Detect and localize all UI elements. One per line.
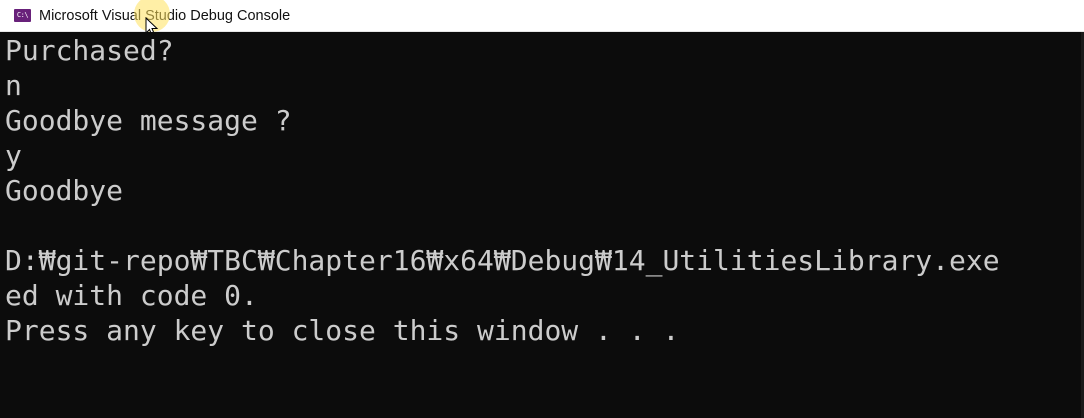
console-line-prompt: Press any key to close this window . . . (5, 314, 680, 347)
console-line: Goodbye message ? (5, 104, 292, 137)
console-line: n (5, 69, 22, 102)
console-glyph: C:\ (16, 11, 29, 19)
console-line-exit-code: ed with code 0. (5, 279, 258, 312)
console-line-exe-path: D:₩git-repo₩TBC₩Chapter16₩x64₩Debug₩14_U… (5, 244, 1000, 277)
console-line: Purchased? (5, 34, 174, 67)
window-title: Microsoft Visual Studio Debug Console (39, 7, 291, 24)
title-bar[interactable]: C:\ Microsoft Visual Studio Debug Consol… (0, 0, 1084, 32)
console-line: Goodbye (5, 174, 124, 207)
console-line: y (5, 139, 22, 172)
visual-studio-console-icon: C:\ (14, 9, 31, 22)
console-output[interactable]: Purchased? n Goodbye message ? y Goodbye… (0, 32, 1084, 418)
debug-console-window: C:\ Microsoft Visual Studio Debug Consol… (0, 0, 1084, 418)
